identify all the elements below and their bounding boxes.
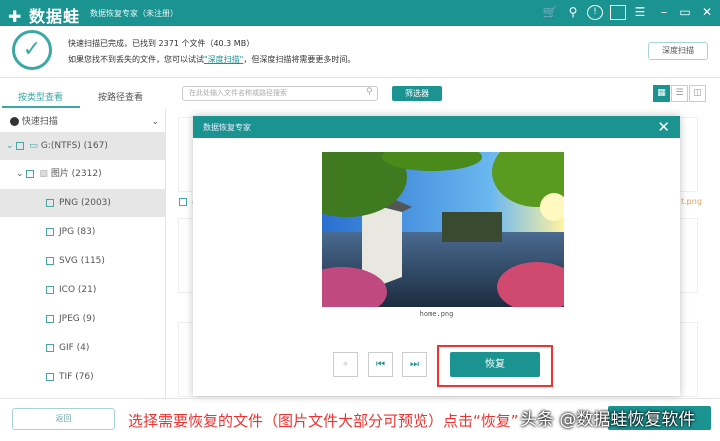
checkbox[interactable] — [46, 256, 54, 265]
checkbox[interactable] — [16, 141, 25, 150]
close-icon[interactable]: ✕ — [699, 5, 715, 19]
restore-button[interactable]: 恢复 — [450, 352, 540, 377]
next-icon[interactable]: ⏭ — [402, 352, 427, 377]
scan-hint: 如果您找不到丢失的文件，您可以试试"深度扫描"，但深度扫描将需要更多时间。 — [68, 54, 355, 65]
checkbox[interactable] — [179, 197, 187, 206]
checkbox[interactable] — [46, 227, 54, 236]
app-title: 数据恢复专家（未注册） — [90, 9, 178, 18]
tree-item-label: 图片 (2312) — [50, 169, 102, 179]
tree-item-label: JPEG (9) — [59, 314, 96, 324]
tree-item-ico[interactable]: ICO (21) — [0, 276, 165, 304]
checkbox[interactable] — [46, 198, 54, 207]
tree-item-label: SVG (115) — [59, 256, 105, 266]
hint-suffix: ，但深度扫描将需要更多时间。 — [243, 55, 356, 64]
save-icon[interactable] — [610, 5, 626, 20]
check-circle-icon: ✓ — [12, 30, 52, 70]
locate-icon[interactable]: ⌖ — [333, 352, 358, 377]
image-preview — [322, 152, 564, 307]
deep-scan-button[interactable]: 深度扫描 — [648, 42, 708, 60]
detail-view-icon[interactable]: ◫ — [689, 85, 706, 102]
filter-button[interactable]: 筛选器 — [392, 86, 442, 101]
dialog-title: 数据恢复专家 — [203, 123, 251, 132]
scan-mode-icon — [10, 117, 19, 126]
tree-item-label: TIF (76) — [59, 372, 94, 382]
preview-dialog: 数据恢复专家 ✕ home.png ⌖ ⏮ ⏭ 恢复 — [193, 116, 680, 396]
help-icon[interactable]: ! — [587, 5, 603, 20]
tree-item-png[interactable]: PNG (2003) — [0, 189, 165, 217]
tab-by-type[interactable]: 按类型查看 — [18, 90, 63, 103]
search-input[interactable]: 在此处输入文件名称或路径搜索 — [182, 86, 378, 101]
tree-item-label: ICO (21) — [59, 285, 97, 295]
tree-item-label: JPG (83) — [59, 227, 96, 237]
key-icon[interactable]: ⚲ — [565, 5, 581, 19]
tree-item-drive[interactable]: ⌄ ▭ G:(NTFS) (167) — [0, 132, 165, 160]
sidebar: 快速扫描 ⌄ ⌄ ▭ G:(NTFS) (167) ⌄ ▨ 图片 (2312) P… — [0, 108, 166, 398]
cart-icon[interactable]: 🛒 — [542, 5, 558, 19]
preview-filename: home.png — [419, 310, 454, 318]
app-logo: ✚ 数据蛙 — [8, 7, 80, 26]
file-name[interactable]: t.png — [681, 197, 702, 206]
grid-view-icon[interactable]: ▦ — [653, 85, 670, 102]
menu-icon[interactable]: ☰ — [632, 5, 648, 19]
checkbox[interactable] — [46, 372, 54, 381]
drive-icon: ▭ — [29, 141, 38, 151]
list-view-icon[interactable]: ☰ — [671, 85, 688, 102]
hint-prefix: 如果您找不到丢失的文件，您可以试试 — [68, 55, 204, 64]
instruction-text: 选择需要恢复的文件（图片文件大部分可预览）点击“恢复” — [128, 412, 519, 430]
title-bar: ✚ 数据蛙 数据恢复专家（未注册） 🛒 ⚲ ! ☰ – ▭ ✕ — [0, 0, 720, 26]
tree-item-jpg[interactable]: JPG (83) — [0, 218, 165, 246]
checkbox[interactable] — [26, 169, 35, 178]
tree-item-images[interactable]: ⌄ ▨ 图片 (2312) — [0, 160, 165, 188]
deep-scan-link[interactable]: "深度扫描" — [204, 55, 243, 64]
tree-item-jpeg[interactable]: JPEG (9) — [0, 305, 165, 333]
scan-mode-label: 快速扫描 — [21, 117, 58, 127]
tree-item-tif[interactable]: TIF (76) — [0, 363, 165, 391]
scan-status: 快速扫描已完成，已找到 2371 个文件（40.3 MB） — [68, 39, 255, 48]
tree-item-label: PNG (2003) — [59, 198, 111, 208]
checkbox[interactable] — [46, 314, 54, 323]
tree-item-svg[interactable]: SVG (115) — [0, 247, 165, 275]
dialog-header: 数据恢复专家 — [193, 116, 680, 138]
chevron-down-icon: ⌄ — [16, 169, 24, 179]
watermark: 头条 @数据蛙恢复软件 — [520, 410, 696, 430]
close-icon[interactable]: ✕ — [657, 118, 670, 136]
checkbox[interactable] — [46, 285, 54, 294]
maximize-icon[interactable]: ▭ — [677, 5, 693, 19]
previous-icon[interactable]: ⏮ — [368, 352, 393, 377]
tree-item-gif[interactable]: GIF (4) — [0, 334, 165, 362]
checkbox[interactable] — [46, 343, 54, 352]
tree-item-label: GIF (4) — [59, 343, 90, 353]
tab-by-path[interactable]: 按路径查看 — [98, 90, 143, 103]
tree-item-label: G:(NTFS) (167) — [40, 141, 108, 151]
search-icon[interactable]: ⚲ — [366, 87, 373, 97]
image-icon: ▨ — [39, 169, 48, 179]
minimize-icon[interactable]: – — [656, 5, 672, 19]
back-button[interactable]: 返回 — [12, 408, 115, 430]
scan-summary — [0, 26, 720, 78]
chevron-down-icon: ⌄ — [6, 141, 14, 151]
